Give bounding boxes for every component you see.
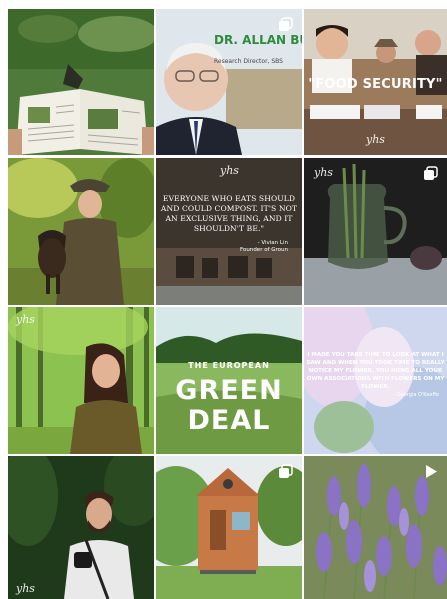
newspaper-photo bbox=[8, 9, 154, 155]
yhs-signature: yhs bbox=[16, 313, 35, 326]
yhs-signature: yhs bbox=[16, 582, 35, 595]
green-deal-line3: DEAL bbox=[187, 405, 271, 436]
guest-name: DR. ALLAN BU bbox=[214, 33, 302, 47]
post-tile-compost-quote[interactable]: EVERYONE WHO EATS SHOULD AND COULD COMPO… bbox=[156, 158, 302, 305]
reel-play-icon bbox=[423, 464, 438, 479]
man-portrait-photo bbox=[8, 456, 154, 599]
yhs-signature: yhs bbox=[314, 166, 333, 179]
post-tile-tiny-house[interactable] bbox=[156, 456, 302, 599]
guest-role: Research Director, SBS bbox=[214, 58, 283, 65]
yhs-signature: yhs bbox=[220, 164, 239, 177]
multiple-photos-icon bbox=[278, 17, 293, 32]
okeeffe-quote-author: - Georgia O'Keeffe bbox=[393, 392, 439, 398]
woman-with-dog-photo bbox=[8, 158, 154, 305]
quote-author-role: Founder of Groun bbox=[240, 247, 288, 253]
green-deal-line2: GREEN bbox=[175, 375, 283, 406]
green-deal-line1: THE EUROPEAN bbox=[188, 361, 270, 370]
yhs-signature: yhs bbox=[366, 133, 385, 146]
forest-portrait-photo bbox=[8, 307, 154, 454]
post-tile-newspaper[interactable] bbox=[8, 9, 154, 155]
compost-quote-text: EVERYONE WHO EATS SHOULD AND COULD COMPO… bbox=[160, 194, 298, 233]
profile-post-grid: DR. ALLAN BU Research Director, SBS "FOO… bbox=[0, 0, 447, 599]
okeeffe-quote-text: I MADE YOU TAKE TIME TO LOOK AT WHAT I S… bbox=[306, 352, 445, 390]
post-tile-lavender[interactable] bbox=[304, 456, 447, 599]
post-tile-forest-woman[interactable]: yhs bbox=[8, 307, 154, 454]
post-tile-bearded-man[interactable]: yhs bbox=[8, 456, 154, 599]
post-tile-hunter-dog[interactable] bbox=[8, 158, 154, 305]
quote-author: - Vivian Lin bbox=[257, 240, 288, 246]
food-security-title: "FOOD SECURITY" bbox=[308, 77, 443, 92]
post-tile-food-security[interactable]: "FOOD SECURITY" yhs bbox=[304, 9, 447, 155]
post-tile-okeeffe-quote[interactable]: I MADE YOU TAKE TIME TO LOOK AT WHAT I S… bbox=[304, 307, 447, 454]
multiple-photos-icon bbox=[278, 464, 293, 479]
post-tile-dr-allan[interactable]: DR. ALLAN BU Research Director, SBS bbox=[156, 9, 302, 155]
multiple-photos-icon bbox=[423, 166, 438, 181]
post-tile-vase-still-life[interactable]: yhs bbox=[304, 158, 447, 305]
post-tile-green-deal[interactable]: THE EUROPEAN GREEN DEAL bbox=[156, 307, 302, 454]
